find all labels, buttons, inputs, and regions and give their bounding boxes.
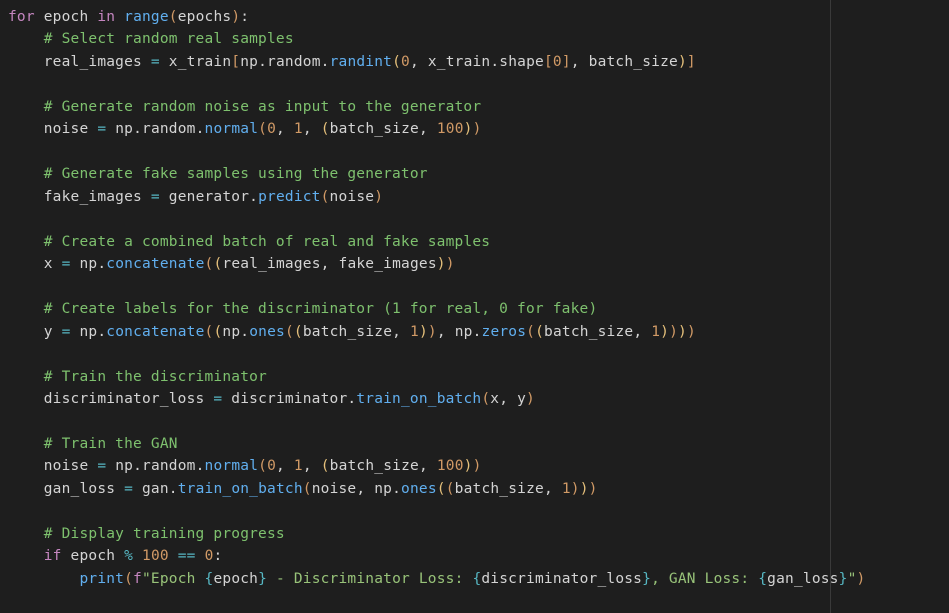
code-line: # Train the discriminator (8, 369, 267, 385)
code-line: y = np.concatenate((np.ones((batch_size,… (8, 324, 696, 340)
keyword-in: in (97, 9, 115, 25)
code-line: gan_loss = gan.train_on_batch(noise, np.… (8, 481, 598, 497)
code-line: discriminator_loss = discriminator.train… (8, 391, 535, 407)
comment: # Train the GAN (44, 436, 178, 452)
code-line: real_images = x_train[np.random.randint(… (8, 54, 696, 70)
code-line: # Generate random noise as input to the … (8, 99, 481, 115)
code-line: # Generate fake samples using the genera… (8, 166, 428, 182)
code-editor-content[interactable]: for epoch in range(epochs): # Select ran… (8, 6, 949, 590)
comment: # Create labels for the discriminator (1… (44, 301, 598, 317)
column-ruler (830, 0, 831, 613)
code-line: print(f"Epoch {epoch} - Discriminator Lo… (8, 571, 865, 587)
code-line: # Select random real samples (8, 31, 294, 47)
keyword-if: if (44, 548, 62, 564)
keyword-for: for (8, 9, 35, 25)
code-line: # Train the GAN (8, 436, 178, 452)
code-line: noise = np.random.normal(0, 1, (batch_si… (8, 458, 482, 474)
code-line: noise = np.random.normal(0, 1, (batch_si… (8, 121, 482, 137)
code-line: for epoch in range(epochs): (8, 9, 249, 25)
comment: # Train the discriminator (44, 369, 267, 385)
comment: # Select random real samples (44, 31, 294, 47)
code-line: # Create labels for the discriminator (1… (8, 301, 597, 317)
code-line: if epoch % 100 == 0: (8, 548, 222, 564)
code-line: # Display training progress (8, 526, 285, 542)
comment: # Generate random noise as input to the … (44, 99, 482, 115)
code-line: x = np.concatenate((real_images, fake_im… (8, 256, 455, 272)
comment: # Create a combined batch of real and fa… (44, 234, 491, 250)
comment: # Generate fake samples using the genera… (44, 166, 428, 182)
code-line: # Create a combined batch of real and fa… (8, 234, 490, 250)
code-line: fake_images = generator.predict(noise) (8, 189, 383, 205)
comment: # Display training progress (44, 526, 285, 542)
